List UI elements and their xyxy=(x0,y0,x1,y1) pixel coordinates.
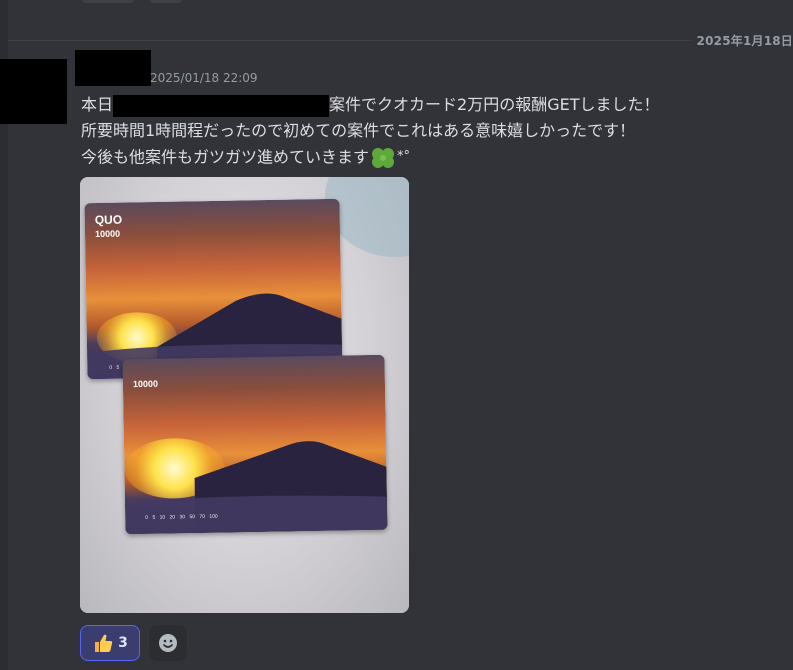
message-line-1-suffix: 案件でクオカード2万円の報酬GETしました！ xyxy=(329,95,660,114)
smiley-add-reaction-icon xyxy=(158,633,178,653)
mountain-silhouette xyxy=(87,293,343,380)
card-brand-logo: QUO xyxy=(94,212,123,228)
card-balance-scale: 0 5 10 20 30 50 70 100 xyxy=(145,513,218,521)
message-line-3-text: 今後も他案件もガツガツ進めていきます xyxy=(81,147,370,167)
four-leaf-clover-icon xyxy=(369,145,397,171)
message-timestamp[interactable]: 2025/01/18 22:09 xyxy=(150,71,258,85)
thumbs-up-icon xyxy=(92,632,114,654)
reaction-thumbs-up[interactable]: 3 xyxy=(80,625,140,661)
quo-card-top: QUO 10000 0 5 10 20 30 50 70 100 xyxy=(84,198,343,380)
card-value: 10000 xyxy=(132,378,159,390)
username-redacted[interactable] xyxy=(75,50,151,86)
date-divider-label: 2025年1月18日 xyxy=(690,32,793,49)
mountain-silhouette xyxy=(125,441,388,535)
message-line-1-prefix: 本日 xyxy=(81,95,114,114)
redacted-text xyxy=(113,94,330,117)
message-line-1: 本日 案件でクオカード2万円の報酬GETしました！ xyxy=(81,93,659,117)
previous-message-add-reaction-edge xyxy=(150,0,182,3)
message-line-2: 所要時間1時間程だったので初めての案件でこれはある意味嬉しかったです！ xyxy=(81,121,636,140)
avatar-redacted[interactable] xyxy=(0,59,67,124)
message-line-3-after: *° xyxy=(397,149,411,164)
previous-message-reaction-edge xyxy=(82,0,134,3)
reaction-count: 3 xyxy=(118,635,128,651)
add-reaction-button[interactable] xyxy=(149,625,187,661)
message-line-3: 今後も他案件もガツガツ進めていきます *° xyxy=(81,145,410,171)
image-attachment[interactable]: QUO 10000 0 5 10 20 30 50 70 100 10000 0… xyxy=(80,177,409,613)
quo-card-bottom: 10000 0 5 10 20 30 50 70 100 xyxy=(122,354,388,535)
card-value: 10000 xyxy=(94,228,121,240)
date-divider-line xyxy=(8,40,793,41)
